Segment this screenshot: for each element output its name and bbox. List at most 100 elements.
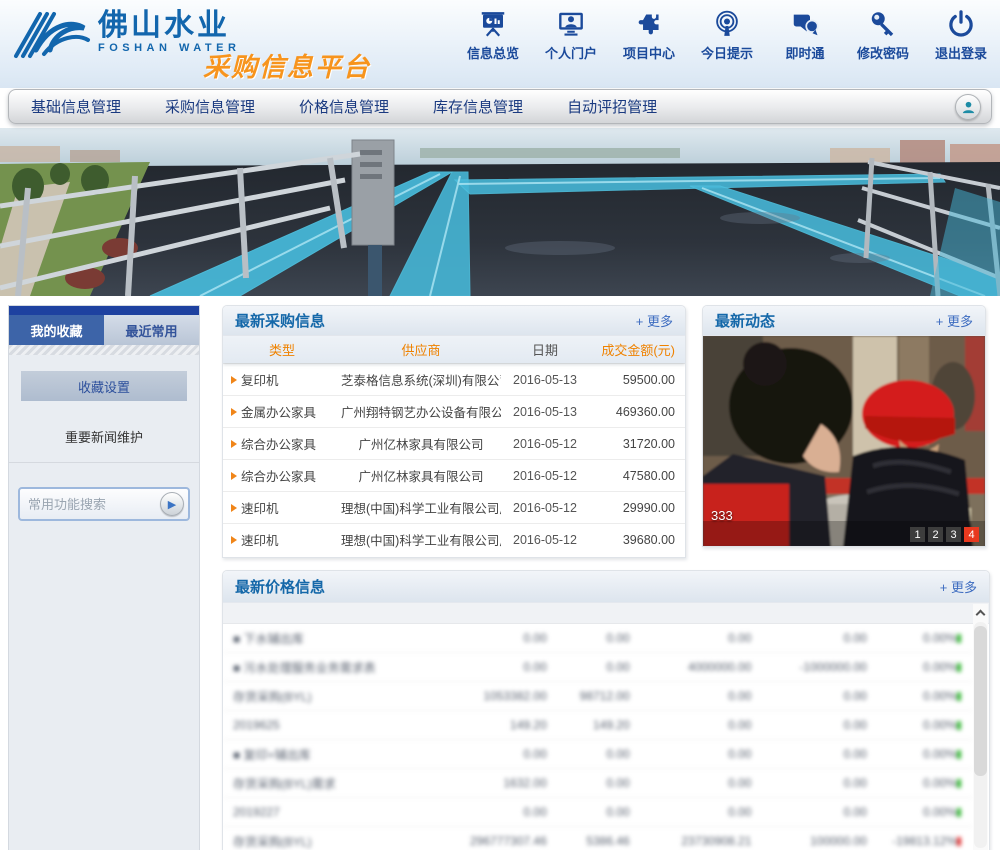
row-supplier: 理想(中国)科学工业有限公司广州分公司 [341, 498, 501, 517]
sidebar: 我的收藏 最近常用 收藏设置 重要新闻维护 ▶ [8, 305, 200, 850]
important-news-link[interactable]: 重要新闻维护 [9, 407, 199, 463]
price-v4: 0.00 [751, 689, 866, 703]
nav-item[interactable]: 库存信息管理 [433, 96, 523, 117]
table-row[interactable]: 综合办公家具 广州亿林家具有限公司 2016-05-12 31720.00 [223, 427, 685, 459]
price-v4: 0.00 [751, 631, 866, 645]
price-name: 存货采购(BYL) [233, 833, 448, 850]
carousel-page[interactable]: 2 [928, 527, 943, 542]
status-indicator [957, 634, 961, 643]
user-icon [960, 99, 977, 116]
favorite-settings-button[interactable]: 收藏设置 [21, 371, 187, 401]
toolbar-button[interactable]: 修改密码 [852, 9, 914, 63]
toolbar-icon [696, 9, 758, 43]
toolbar-label: 个人门户 [545, 46, 597, 61]
price-v3: 0.00 [630, 776, 752, 790]
price-v2: 98712.00 [547, 689, 630, 703]
price-row[interactable]: 2019227 0.00 0.00 0.00 0.00 0.00% [223, 798, 973, 827]
price-v3: 4000000.00 [630, 660, 752, 674]
table-row[interactable]: 综合办公家具 广州亿林家具有限公司 2016-05-12 47580.00 [223, 459, 685, 491]
price-pct: 0.00% [867, 631, 957, 645]
logo-swoosh-icon [10, 6, 94, 64]
toolbar-label: 退出登录 [935, 46, 987, 61]
table-row[interactable]: 速印机 理想(中国)科学工业有限公司广州分公司 2016-05-12 29990… [223, 491, 685, 523]
toolbar-label: 修改密码 [857, 46, 909, 61]
row-amount: 47580.00 [589, 469, 685, 483]
price-pct: 0.00% [867, 660, 957, 674]
toolbar-button[interactable]: 个人门户 [540, 9, 602, 63]
price-v3: 0.00 [630, 631, 752, 645]
price-row[interactable]: 存货采购(BYL) 1053382.00 98712.00 0.00 0.00 … [223, 682, 973, 711]
price-row[interactable]: ■ 复印+辅出库 0.00 0.00 0.00 0.00 0.00% [223, 740, 973, 769]
table-row[interactable]: 速印机 理想(中国)科学工业有限公司广州分公司 2016-05-12 39680… [223, 523, 685, 555]
carousel-caption: 333 [711, 508, 733, 523]
hatch-divider [9, 345, 199, 355]
prices-more-link[interactable]: + 更多 [940, 577, 977, 596]
row-amount: 39680.00 [589, 533, 685, 547]
vertical-scrollbar[interactable] [973, 604, 988, 850]
row-arrow-icon [231, 504, 237, 512]
price-pct: -19813.12% [867, 834, 957, 848]
carousel-page[interactable]: 3 [946, 527, 961, 542]
price-v3: 0.00 [630, 689, 752, 703]
row-supplier: 广州翔特钢艺办公设备有限公司 [341, 402, 501, 421]
price-v2: 0.00 [547, 805, 630, 819]
scroll-up-button[interactable] [973, 604, 988, 620]
status-indicator [957, 779, 961, 788]
toolbar-button[interactable]: 信息总览 [462, 9, 524, 63]
toolbar-button[interactable]: 项目中心 [618, 9, 680, 63]
table-row[interactable]: 复印机 芝泰格信息系统(深圳)有限公司广州分公司 2016-05-13 5950… [223, 363, 685, 395]
table-row[interactable]: 金属办公家具 广州翔特钢艺办公设备有限公司 2016-05-13 469360.… [223, 395, 685, 427]
price-name: ■ 下水辅出库 [233, 630, 448, 647]
nav-item[interactable]: 基础信息管理 [31, 96, 121, 117]
toolbar-label: 今日提示 [701, 46, 753, 61]
user-button[interactable] [955, 94, 981, 120]
prices-scroll-area: ■ 下水辅出库 0.00 0.00 0.00 0.00 0.00% ■ 污水处理… [223, 624, 973, 850]
scrollbar-thumb[interactable] [974, 626, 987, 776]
price-row[interactable]: 2019625 149.20 149.20 0.00 0.00 0.00% [223, 711, 973, 740]
toolbar-button[interactable]: 退出登录 [930, 9, 992, 63]
price-v3: 0.00 [630, 805, 752, 819]
search-go-button[interactable]: ▶ [160, 492, 184, 516]
toolbar-icon [852, 9, 914, 43]
price-v1: 0.00 [448, 660, 547, 674]
sidebar-tab[interactable]: 最近常用 [104, 315, 199, 345]
col-amount: 成交金额(元) [589, 340, 685, 359]
toolbar-button[interactable]: 今日提示 [696, 9, 758, 63]
content: 我的收藏 最近常用 收藏设置 重要新闻维护 ▶ 最新采购信息 + 更多 [0, 301, 1000, 850]
row-type: 综合办公家具 [241, 466, 316, 485]
scrollbar-track[interactable] [974, 622, 987, 848]
price-row[interactable]: ■ 污水处理服务业务需求表 0.00 0.00 4000000.00 -1000… [223, 653, 973, 682]
nav-item[interactable]: 采购信息管理 [165, 96, 255, 117]
nav-item[interactable]: 自动评招管理 [567, 96, 657, 117]
toolbar-label: 即时通 [785, 46, 824, 61]
news-more-link[interactable]: + 更多 [936, 311, 973, 330]
status-indicator [957, 721, 961, 730]
news-title: 最新动态 [715, 310, 775, 331]
price-name: ■ 污水处理服务业务需求表 [233, 659, 448, 676]
header: 佛山水业 FOSHAN WATER 采购信息平台 信息总览 个人门户 项 [0, 0, 1000, 88]
carousel-page[interactable]: 1 [910, 527, 925, 542]
procurement-more-link[interactable]: + 更多 [636, 311, 673, 330]
price-name: 存货采购(BYL)需求 [233, 775, 448, 792]
platform-title: 采购信息平台 [203, 47, 371, 84]
price-row[interactable]: 存货采购(BYL) 296777307.46 5386.46 23730908.… [223, 827, 973, 850]
price-row[interactable]: ■ 下水辅出库 0.00 0.00 0.00 0.00 0.00% [223, 624, 973, 653]
carousel-page[interactable]: 4 [964, 527, 979, 542]
chevron-up-icon [976, 609, 986, 619]
price-row[interactable]: 存货采购(BYL)需求 1632.00 0.00 0.00 0.00 0.00% [223, 769, 973, 798]
price-v3: 0.00 [630, 747, 752, 761]
price-v2: 0.00 [547, 776, 630, 790]
col-supplier: 供应商 [341, 340, 501, 359]
nav-item[interactable]: 价格信息管理 [299, 96, 389, 117]
sidebar-tab[interactable]: 我的收藏 [9, 315, 104, 345]
row-date: 2016-05-13 [501, 373, 589, 387]
price-pct: 0.00% [867, 805, 957, 819]
procurement-header-row: 类型 供应商 日期 成交金额(元) [223, 336, 685, 363]
toolbar-icon [462, 9, 524, 43]
news-photo[interactable]: 333 1 2 3 4 [703, 336, 985, 547]
row-arrow-icon [231, 408, 237, 416]
row-arrow-icon [231, 536, 237, 544]
toolbar-button[interactable]: 即时通 [774, 9, 836, 63]
price-v1: 1053382.00 [448, 689, 547, 703]
search-input[interactable] [28, 497, 160, 512]
